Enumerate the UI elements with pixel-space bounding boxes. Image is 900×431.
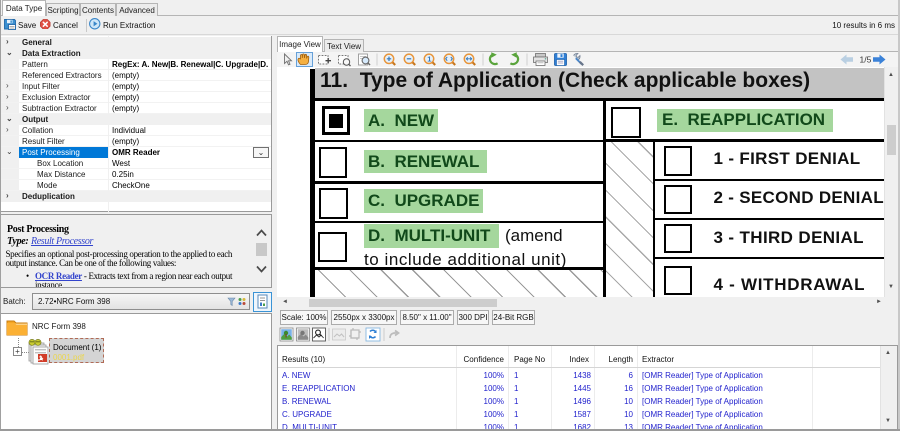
svg-text:1: 1 <box>427 54 431 63</box>
svg-text:1/5: 1/5 <box>860 55 872 65</box>
